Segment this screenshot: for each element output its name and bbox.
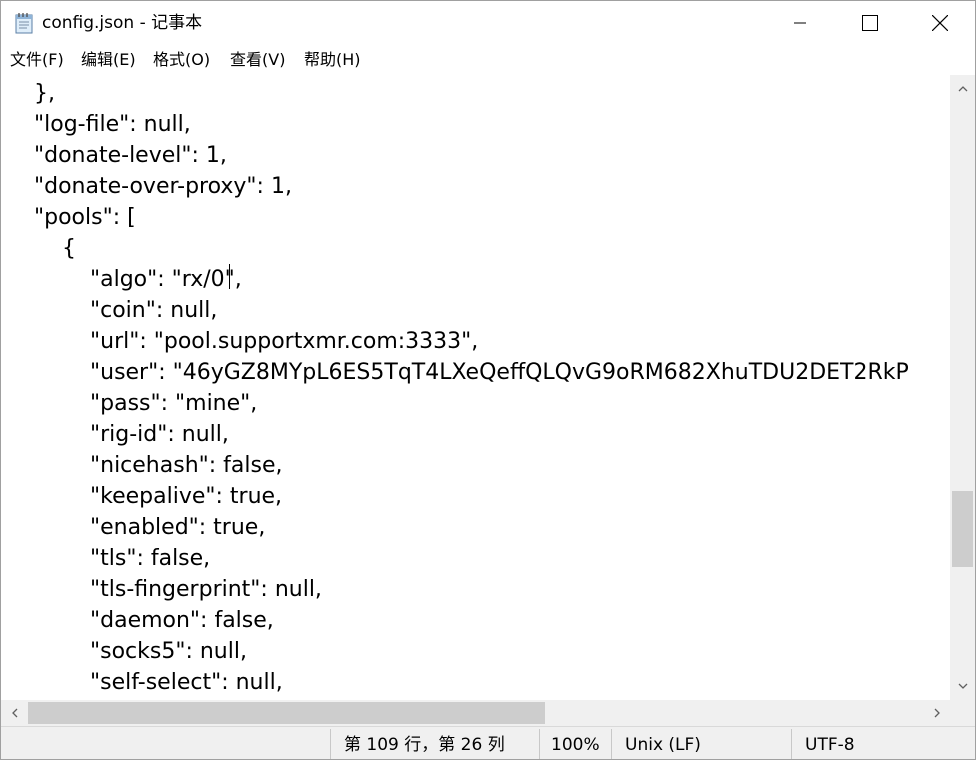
horizontal-scroll-thumb[interactable] — [28, 702, 545, 724]
text-line: "pools": [ — [34, 205, 136, 230]
chevron-down-icon — [958, 683, 967, 689]
close-button[interactable] — [905, 1, 975, 45]
text-line: "coin": null, — [90, 298, 218, 323]
text-line: "tls": false, — [90, 546, 211, 571]
minimize-icon — [794, 22, 806, 24]
text-line: "tls-fingerprint": null, — [90, 577, 322, 602]
scroll-right-button[interactable] — [923, 700, 950, 726]
text-line: "donate-over-proxy": 1, — [34, 174, 292, 199]
menu-view[interactable]: 查看(V) — [230, 49, 285, 71]
text-line: "pass": "mine", — [90, 391, 258, 416]
status-bar: 第 109 行，第 26 列 100% Unix (LF) UTF-8 — [1, 726, 975, 759]
scroll-left-button[interactable] — [1, 700, 28, 726]
text-line: "rig-id": null, — [90, 422, 229, 447]
status-line-ending: Unix (LF) — [625, 735, 701, 755]
menu-help[interactable]: 帮助(H) — [304, 49, 361, 71]
text-line: { — [62, 236, 76, 261]
text-line: "self-select": null, — [90, 670, 283, 695]
text-line: "donate-level": 1, — [34, 143, 227, 168]
notepad-icon — [15, 13, 33, 34]
chevron-up-icon — [958, 86, 967, 92]
scrollbar-corner — [950, 700, 975, 726]
menu-format[interactable]: 格式(O) — [153, 49, 210, 71]
text-line: "daemon": false, — [90, 608, 274, 633]
text-line: "socks5": null, — [90, 639, 247, 664]
horizontal-scrollbar[interactable] — [1, 700, 950, 726]
text-line: }, — [34, 81, 55, 106]
chevron-left-icon — [11, 708, 17, 718]
title-bar[interactable]: config.json - 记事本 — [1, 1, 975, 45]
text-caret — [229, 264, 230, 289]
text-line: "enabled": true, — [90, 515, 266, 540]
vertical-scrollbar[interactable] — [950, 75, 975, 700]
menu-edit[interactable]: 编辑(E) — [81, 49, 136, 71]
text-line: "algo": "rx/0", — [90, 267, 242, 292]
maximize-icon — [862, 15, 878, 31]
status-separator — [611, 729, 612, 759]
text-line: "user": "46yGZ8MYpL6ES5TqT4LXeQeffQLQvG9… — [90, 360, 909, 385]
menu-file[interactable]: 文件(F) — [10, 49, 64, 71]
text-editor[interactable]: }, "log-file": null, "donate-level": 1, … — [1, 75, 950, 700]
text-line: "url": "pool.supportxmr.com:3333", — [90, 329, 479, 354]
status-zoom: 100% — [551, 735, 600, 755]
text-line: "keepalive": true, — [90, 484, 283, 509]
scroll-down-button[interactable] — [950, 672, 975, 700]
status-encoding: UTF-8 — [805, 735, 855, 755]
vertical-scroll-thumb[interactable] — [952, 491, 973, 567]
status-separator — [791, 729, 792, 759]
chevron-right-icon — [934, 708, 940, 718]
menu-bar: 文件(F) 编辑(E) 格式(O) 查看(V) 帮助(H) — [1, 45, 975, 75]
text-line: "nicehash": false, — [90, 453, 283, 478]
window-title: config.json - 记事本 — [42, 13, 203, 33]
close-icon — [932, 15, 948, 31]
status-separator — [330, 729, 331, 759]
maximize-button[interactable] — [835, 1, 905, 45]
status-cursor-position: 第 109 行，第 26 列 — [344, 735, 505, 755]
status-separator — [539, 729, 540, 759]
notepad-window: config.json - 记事本 文件(F) 编辑(E) 格式(O) 查看(V… — [0, 0, 976, 760]
minimize-button[interactable] — [765, 1, 835, 45]
scroll-up-button[interactable] — [950, 75, 975, 103]
text-line: "log-file": null, — [34, 112, 191, 137]
